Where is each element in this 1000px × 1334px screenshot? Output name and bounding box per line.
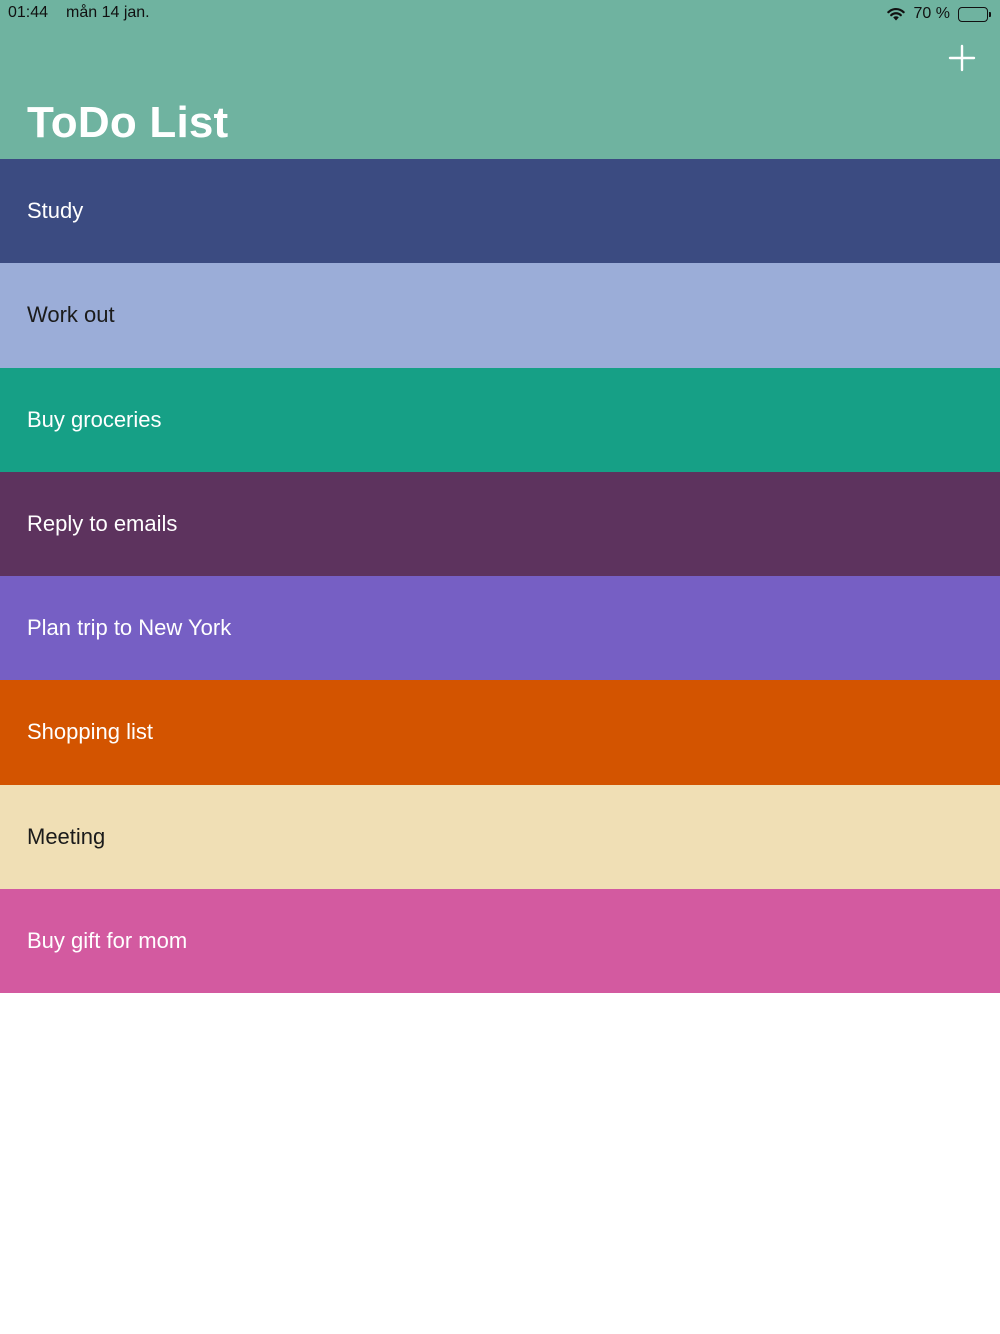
add-todo-button[interactable] (944, 40, 980, 76)
battery-percentage: 70 % (913, 5, 950, 22)
status-time: 01:44 (8, 4, 49, 21)
todo-item-label: Buy groceries (27, 406, 162, 432)
todo-item-label: Study (27, 198, 84, 224)
todo-item[interactable]: Reply to emails (0, 471, 1000, 576)
todo-item[interactable]: Plan trip to New York (0, 576, 1000, 681)
todo-item-label: Meeting (27, 823, 106, 849)
todo-item-label: Reply to emails (27, 510, 178, 536)
battery-icon (958, 6, 992, 22)
status-indicators: 70 % (886, 3, 992, 25)
todo-item[interactable]: Work out (0, 263, 1000, 368)
todo-item-label: Plan trip to New York (27, 615, 232, 641)
navigation-header: 01:44 mån 14 jan. 70 % ToDo List (0, 0, 1000, 159)
status-bar: 01:44 mån 14 jan. 70 % (0, 0, 1000, 28)
todo-item[interactable]: Shopping list (0, 680, 1000, 785)
page-title: ToDo List (27, 98, 229, 147)
todo-item-label: Buy gift for mom (27, 927, 188, 953)
todo-item[interactable]: Meeting (0, 784, 1000, 889)
todo-item[interactable]: Buy groceries (0, 367, 1000, 472)
todo-list: Study Work out Buy groceries Reply to email… (0, 159, 1000, 993)
todo-item-label: Work out (27, 302, 115, 328)
todo-item[interactable]: Buy gift for mom (0, 888, 1000, 993)
todo-item[interactable]: Study (0, 159, 1000, 264)
plus-icon (948, 44, 976, 72)
status-date: mån 14 jan. (66, 4, 150, 21)
wifi-icon (886, 6, 906, 22)
todo-item-label: Shopping list (27, 719, 153, 745)
